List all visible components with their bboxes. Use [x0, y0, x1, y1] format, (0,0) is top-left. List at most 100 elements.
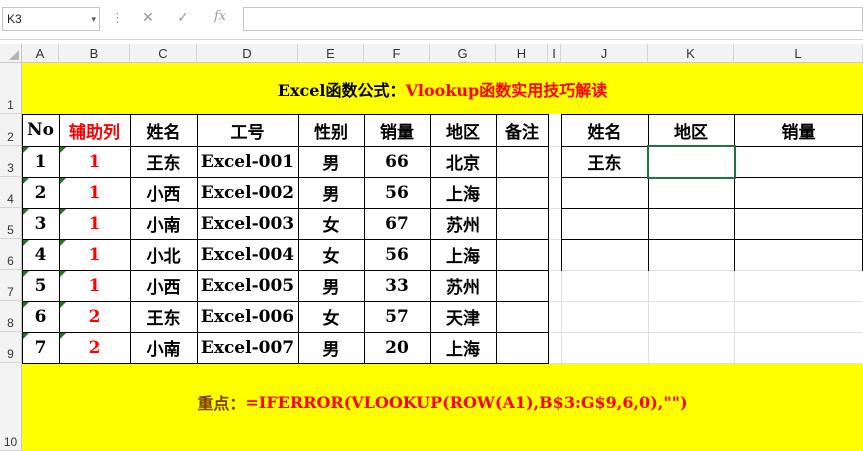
cell-helper[interactable]: 1: [59, 146, 130, 177]
header-id[interactable]: 工号: [197, 114, 298, 146]
cell-gender[interactable]: 女: [298, 208, 364, 239]
header-gender[interactable]: 性别: [298, 114, 364, 146]
cell-notes[interactable]: [496, 332, 548, 363]
lookup-header-region[interactable]: 地区: [648, 114, 734, 146]
column-header-f[interactable]: F: [364, 44, 430, 63]
header-notes[interactable]: 备注: [496, 114, 548, 146]
cell-sales[interactable]: 66: [364, 146, 430, 177]
cell-name[interactable]: 王东: [130, 301, 197, 332]
more-icon[interactable]: ⋮: [111, 10, 124, 26]
cell-notes[interactable]: [496, 270, 548, 301]
name-box[interactable]: K3 ▾: [2, 7, 100, 31]
lookup-name-cell[interactable]: [561, 208, 648, 239]
lookup-name-cell[interactable]: [561, 177, 648, 208]
cell-region[interactable]: 北京: [430, 146, 496, 177]
cell-gender[interactable]: 男: [298, 270, 364, 301]
cell-id[interactable]: Excel-001: [197, 146, 298, 177]
cell-notes[interactable]: [496, 177, 548, 208]
cell-sales[interactable]: 33: [364, 270, 430, 301]
cell-helper[interactable]: 1: [59, 208, 130, 239]
column-header-e[interactable]: E: [298, 44, 364, 63]
chevron-down-icon[interactable]: ▾: [91, 8, 96, 30]
column-header-k[interactable]: K: [648, 44, 734, 63]
cell-sales[interactable]: 20: [364, 332, 430, 363]
lookup-sales-cell[interactable]: [734, 146, 863, 177]
cell-id[interactable]: Excel-003: [197, 208, 298, 239]
header-sales[interactable]: 销量: [364, 114, 430, 146]
column-header-a[interactable]: A: [22, 44, 59, 63]
header-helper[interactable]: 辅助列: [59, 114, 130, 146]
column-header-i[interactable]: I: [548, 44, 561, 63]
cell-id[interactable]: Excel-002: [197, 177, 298, 208]
cell-name[interactable]: 小西: [130, 270, 197, 301]
cell-helper[interactable]: 1: [59, 239, 130, 270]
cell-id[interactable]: Excel-004: [197, 239, 298, 270]
column-header-d[interactable]: D: [197, 44, 298, 63]
cell-name[interactable]: 小南: [130, 208, 197, 239]
cell-gender[interactable]: 男: [298, 177, 364, 208]
column-header-b[interactable]: B: [59, 44, 130, 63]
row-header-3[interactable]: 3: [0, 146, 22, 177]
formula-input[interactable]: [243, 7, 863, 31]
cancel-icon[interactable]: ✕: [142, 9, 154, 26]
lookup-name-cell[interactable]: [561, 239, 648, 270]
cell-helper[interactable]: 1: [59, 177, 130, 208]
row-header-4[interactable]: 4: [0, 177, 22, 208]
select-all-corner[interactable]: [0, 44, 22, 63]
lookup-region-cell[interactable]: [648, 239, 734, 270]
check-icon[interactable]: ✓: [177, 9, 189, 26]
row-header-5[interactable]: 5: [0, 208, 22, 239]
cell-helper[interactable]: 1: [59, 270, 130, 301]
cell-helper[interactable]: 2: [59, 301, 130, 332]
cell-region[interactable]: 上海: [430, 332, 496, 363]
lookup-header-sales[interactable]: 销量: [734, 114, 863, 146]
cell-region[interactable]: 上海: [430, 239, 496, 270]
lookup-sales-cell[interactable]: [734, 177, 863, 208]
cell-name[interactable]: 小北: [130, 239, 197, 270]
cell-notes[interactable]: [496, 239, 548, 270]
lookup-header-name[interactable]: 姓名: [561, 114, 648, 146]
header-no[interactable]: No: [22, 114, 59, 146]
cell-region[interactable]: 苏州: [430, 208, 496, 239]
formula-note[interactable]: 重点： =IFERROR(VLOOKUP(ROW(A1),B$3:G$9,6,0)…: [22, 363, 863, 441]
cell-name[interactable]: 小南: [130, 332, 197, 363]
cell-region[interactable]: 苏州: [430, 270, 496, 301]
cell-name[interactable]: 王东: [130, 146, 197, 177]
cell-notes[interactable]: [496, 146, 548, 177]
column-header-l[interactable]: L: [734, 44, 863, 63]
cell-sales[interactable]: 67: [364, 208, 430, 239]
cell-id[interactable]: Excel-007: [197, 332, 298, 363]
row-header-10[interactable]: 10: [0, 363, 22, 451]
cell-name[interactable]: 小西: [130, 177, 197, 208]
cell-sales[interactable]: 56: [364, 239, 430, 270]
cell-id[interactable]: Excel-006: [197, 301, 298, 332]
cell-sales[interactable]: 56: [364, 177, 430, 208]
lookup-region-cell[interactable]: [648, 208, 734, 239]
row-header-2[interactable]: 2: [0, 114, 22, 146]
cell-notes[interactable]: [496, 301, 548, 332]
column-header-g[interactable]: G: [430, 44, 496, 63]
column-header-c[interactable]: C: [130, 44, 197, 63]
cell-region[interactable]: 上海: [430, 177, 496, 208]
sheet-title[interactable]: Excel函数公式： Vlookup函数实用技巧解读: [22, 63, 863, 114]
header-name[interactable]: 姓名: [130, 114, 197, 146]
row-header-6[interactable]: 6: [0, 239, 22, 270]
column-header-h[interactable]: H: [496, 44, 548, 63]
lookup-region-cell[interactable]: [648, 177, 734, 208]
row-header-8[interactable]: 8: [0, 301, 22, 332]
row-header-1[interactable]: 1: [0, 63, 22, 114]
cell-helper[interactable]: 2: [59, 332, 130, 363]
cell-gender[interactable]: 男: [298, 146, 364, 177]
fx-icon[interactable]: fx: [214, 9, 226, 24]
lookup-sales-cell[interactable]: [734, 208, 863, 239]
cell-notes[interactable]: [496, 208, 548, 239]
cell-gender[interactable]: 男: [298, 332, 364, 363]
row-header-9[interactable]: 9: [0, 332, 22, 363]
lookup-sales-cell[interactable]: [734, 239, 863, 270]
column-header-j[interactable]: J: [561, 44, 648, 63]
lookup-name-cell[interactable]: 王东: [561, 146, 648, 177]
header-region[interactable]: 地区: [430, 114, 496, 146]
cell-region[interactable]: 天津: [430, 301, 496, 332]
cell-gender[interactable]: 女: [298, 301, 364, 332]
cell-sales[interactable]: 57: [364, 301, 430, 332]
